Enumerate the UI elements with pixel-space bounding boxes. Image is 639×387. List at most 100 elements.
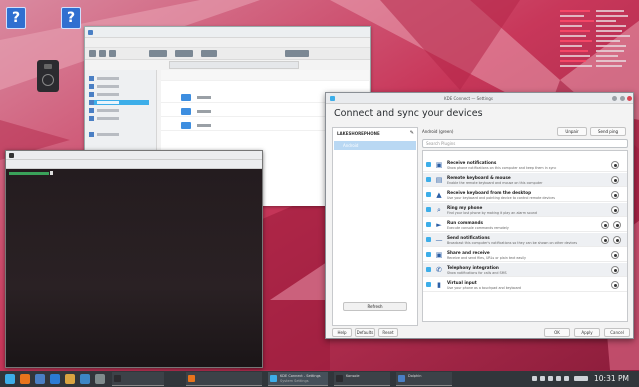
close-icon[interactable] (627, 96, 632, 101)
places-item-selected[interactable] (89, 100, 149, 105)
configure-icon[interactable] (611, 206, 619, 214)
plugin-name: Virtual input (447, 280, 477, 285)
plugin-item[interactable]: ⌕ Ring my phone Find your lost phone by … (423, 203, 627, 217)
folder-icon[interactable] (35, 374, 45, 384)
places-item[interactable] (89, 132, 149, 137)
kde-connect-titlebar[interactable]: KDE Connect — Settings (326, 93, 633, 104)
clock[interactable]: 10:31 PM (594, 374, 629, 383)
places-item[interactable] (89, 76, 149, 81)
volume-icon[interactable] (540, 376, 545, 381)
edit-icon[interactable]: ✎ (410, 130, 414, 136)
configure-icon[interactable] (601, 236, 609, 244)
terminal-window[interactable] (5, 150, 263, 368)
configure-icon[interactable] (611, 266, 619, 274)
file-manager-toolbar[interactable] (85, 48, 370, 60)
plugin-item[interactable]: ▲ Receive keyboard from the desktop Use … (423, 188, 627, 202)
plugin-checkbox[interactable] (426, 237, 431, 242)
taskbar-task[interactable] (112, 372, 164, 386)
places-item[interactable] (89, 108, 149, 113)
plugin-checkbox[interactable] (426, 177, 431, 182)
help-button[interactable]: Help (332, 328, 352, 337)
up-icon[interactable] (109, 50, 116, 57)
plugin-item[interactable]: — Send notifications Broadcast this comp… (423, 233, 627, 247)
places-item[interactable] (89, 116, 149, 121)
battery-icon[interactable] (548, 376, 553, 381)
window-title: KDE Connect — Settings (444, 96, 493, 101)
application-launcher-icon[interactable] (5, 374, 15, 384)
task-title: Konsole (346, 374, 360, 378)
plugin-item[interactable]: ► Run commands Execute console commands … (423, 218, 627, 232)
configure-icon[interactable] (601, 221, 609, 229)
plugin-checkbox[interactable] (426, 282, 431, 287)
kde-connect-window[interactable]: KDE Connect — Settings Connect and sync … (325, 92, 634, 339)
configure-icon[interactable] (611, 161, 619, 169)
unknown-file-icon-1[interactable]: ? (6, 7, 26, 29)
details-view-button[interactable] (175, 50, 193, 57)
maximize-icon[interactable] (620, 96, 625, 101)
plugin-item[interactable]: ▣ Share and receive Receive and send fil… (423, 248, 627, 262)
taskbar-task[interactable]: Dolphin (396, 372, 452, 386)
search-button[interactable] (285, 50, 309, 57)
configure-icon[interactable] (611, 176, 619, 184)
plugin-checkbox[interactable] (426, 162, 431, 167)
desktop-widget[interactable] (37, 60, 59, 92)
terminal-icon[interactable] (95, 374, 105, 384)
file-manager-menubar[interactable] (85, 38, 370, 48)
plugin-name: Ring my phone (447, 205, 483, 210)
unpair-button[interactable]: Unpair (557, 127, 587, 136)
column-header[interactable] (161, 70, 369, 81)
cancel-button[interactable]: Cancel (604, 328, 630, 337)
forward-icon[interactable] (99, 50, 106, 57)
plugin-item[interactable]: ▤ Remote keyboard & mouse Enable the rem… (423, 173, 627, 187)
plugin-search-input[interactable]: Search Plugins (422, 139, 628, 148)
plugin-item[interactable]: ▣ Receive notifications Show phone notif… (423, 158, 627, 172)
ok-button[interactable]: OK (544, 328, 570, 337)
send-ping-button[interactable]: Send ping (590, 127, 626, 136)
terminal-menubar[interactable] (6, 160, 262, 169)
plugin-item[interactable]: ▮ Virtual input Use your phone as a touc… (423, 278, 627, 292)
file-manager-titlebar[interactable] (85, 27, 370, 38)
apply-button[interactable]: Apply (574, 328, 600, 337)
network-icon[interactable] (532, 376, 537, 381)
configure-icon[interactable] (613, 236, 621, 244)
terminal-output[interactable] (6, 169, 262, 367)
configure-icon[interactable] (613, 221, 621, 229)
configure-icon[interactable] (611, 281, 619, 289)
places-item[interactable] (89, 92, 149, 97)
taskbar-task-active[interactable]: KDE Connect - Settings System Settings (268, 372, 328, 386)
files-icon[interactable] (65, 374, 75, 384)
location-bar[interactable] (169, 61, 299, 69)
plugin-description: Broadcast this computer's notifications … (447, 241, 578, 245)
taskbar-task[interactable]: Konsole (334, 372, 390, 386)
plugin-checkbox[interactable] (426, 252, 431, 257)
unknown-file-icon-2[interactable]: ? (61, 7, 81, 29)
notification-icon[interactable] (556, 376, 561, 381)
tray-expander-icon[interactable] (574, 376, 588, 381)
firefox-icon[interactable] (20, 374, 30, 384)
defaults-button[interactable]: Defaults (355, 328, 375, 337)
device-details: Android (green) Unpair Send ping Search … (422, 127, 630, 326)
icons-view-button[interactable] (149, 50, 167, 57)
plugin-checkbox[interactable] (426, 192, 431, 197)
taskbar-task[interactable] (186, 372, 262, 386)
device-item-selected[interactable]: Android (334, 141, 416, 150)
plugin-description: Find your lost phone by making it play a… (447, 211, 537, 215)
configure-icon[interactable] (611, 191, 619, 199)
kde-connect-tray-icon[interactable] (564, 376, 569, 381)
terminal-titlebar[interactable] (6, 151, 262, 160)
discover-icon[interactable] (50, 374, 60, 384)
terminal-icon (114, 375, 121, 382)
plugin-checkbox[interactable] (426, 222, 431, 227)
plugin-item[interactable]: ✆ Telephony integration Show notificatio… (423, 263, 627, 277)
reset-button[interactable]: Reset (378, 328, 398, 337)
configure-icon[interactable] (611, 251, 619, 259)
places-item[interactable] (89, 84, 149, 89)
plugin-checkbox[interactable] (426, 267, 431, 272)
refresh-button[interactable]: Refresh (343, 302, 407, 311)
share-icon: ▣ (435, 251, 443, 259)
split-button[interactable] (201, 50, 217, 57)
minimize-icon[interactable] (612, 96, 617, 101)
plugin-checkbox[interactable] (426, 207, 431, 212)
back-icon[interactable] (89, 50, 96, 57)
settings-icon[interactable] (80, 374, 90, 384)
